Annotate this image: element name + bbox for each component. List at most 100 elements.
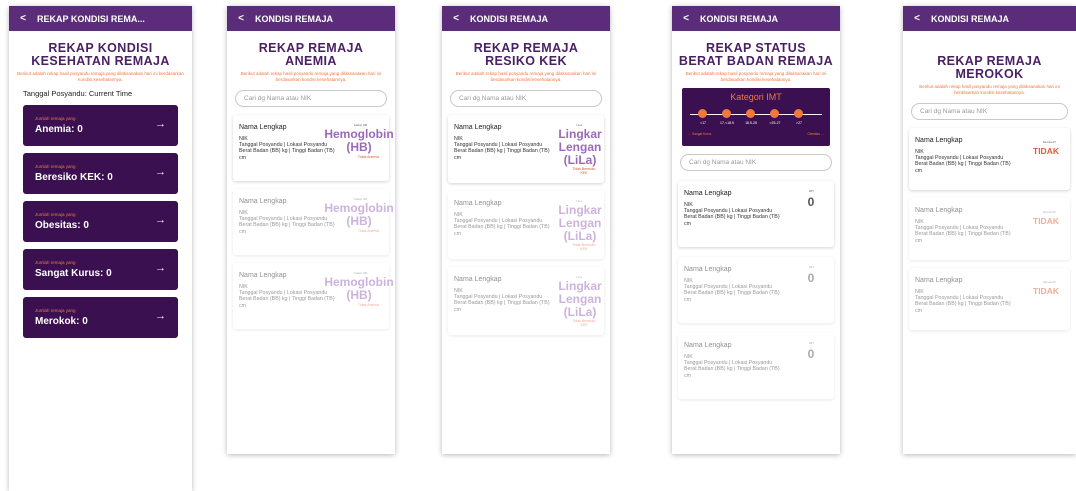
card-measure: Berat Badan (BB) kg | Tinggi Badan (TB) … (454, 224, 550, 237)
value-main: 0 (807, 271, 815, 285)
button-label: Obesitas: 0 (35, 220, 89, 231)
imt-dot (746, 109, 755, 118)
card-info: NIK Tanggal Posyandu | Lokasi Posyandu B… (454, 288, 552, 313)
page-subtitle: Berikut adalah rekap hasil posyandu rema… (17, 71, 184, 82)
app-bar-title: KONDISI REMAJA (470, 13, 549, 24)
app-bar: < KONDISI REMAJA (672, 6, 840, 31)
button-label: Sangat Kurus: 0 (35, 268, 112, 279)
imt-dot (698, 109, 707, 118)
button-caption: Jumlah remaja yang (35, 260, 76, 265)
card-info: NIK Tanggal Posyandu | Lokasi Posyandu B… (684, 278, 782, 303)
list-item[interactable]: Nama Lengkap NIK Tanggal Posyandu | Loka… (678, 181, 834, 247)
card-info: NIK Tanggal Posyandu | Lokasi Posyandu B… (454, 136, 552, 161)
value-label: IMT (808, 189, 814, 193)
imt-label: >27 (796, 121, 802, 125)
list-item[interactable]: Nama Lengkap NIK Tanggal Posyandu | Loka… (448, 267, 604, 335)
sangat-kurus-button[interactable]: Jumlah remaja yang Sangat Kurus: 0 → (23, 249, 178, 290)
imt-label: >25-27 (769, 121, 781, 125)
card-name: Nama Lengkap (915, 137, 963, 144)
screen-rekap-anemia: < KONDISI REMAJA REKAP REMAJA ANEMIA Ber… (227, 6, 395, 454)
value-label: Merokok? (1042, 280, 1056, 284)
card-info: NIK Tanggal Posyandu | Lokasi Posyandu B… (915, 289, 1013, 314)
button-label: Anemia: 0 (35, 124, 83, 135)
list-item[interactable]: Nama Lengkap NIK Tanggal Posyandu | Loka… (448, 191, 604, 259)
value-main: Hemoglobin (HB) (324, 127, 394, 154)
merokok-button[interactable]: Jumlah remaja yang Merokok: 0 → (23, 297, 178, 338)
back-icon[interactable]: < (227, 13, 255, 24)
button-caption: Jumlah remaja yang (35, 164, 76, 169)
arrow-right-icon: → (155, 310, 166, 322)
value-label: IMT (808, 341, 814, 345)
card-name: Nama Lengkap (684, 342, 732, 349)
app-bar-title: KONDISI REMAJA (700, 13, 779, 24)
back-icon[interactable]: < (672, 13, 700, 24)
list-item[interactable]: Nama Lengkap NIK Tanggal Posyandu | Loka… (233, 115, 394, 181)
imt-dot (794, 109, 803, 118)
value-main: Hemoglobin (HB) (324, 201, 394, 228)
list-item[interactable]: Nama Lengkap NIK Tanggal Posyandu | Loka… (678, 333, 834, 399)
kek-button[interactable]: Jumlah remaja yang Beresiko KEK: 0 → (23, 153, 178, 194)
search-input[interactable]: Cari dg Nama atau NIK (450, 90, 602, 107)
card-name: Nama Lengkap (239, 124, 287, 131)
value-status: Tidak Beresiko KEK (572, 243, 596, 251)
value-main: 0 (807, 347, 815, 361)
page-title-line2: BERAT BADAN REMAJA (678, 54, 834, 68)
value-status: Tidak Beresiko KEK (572, 319, 596, 327)
value-status: Tidak Beresiko KEK (572, 167, 596, 175)
back-icon[interactable]: < (903, 13, 931, 24)
list-item[interactable]: Nama Lengkap NIK Tanggal Posyandu | Loka… (909, 268, 1070, 330)
value-main: Hemoglobin (HB) (324, 275, 394, 302)
card-measure: Berat Badan (BB) kg | Tinggi Badan (TB) … (915, 301, 1011, 314)
card-measure: Berat Badan (BB) kg | Tinggi Badan (TB) … (915, 161, 1011, 174)
page-title-line2: ANEMIA (285, 54, 337, 68)
imt-right-caption: Obesitas → (807, 132, 824, 136)
list-item[interactable]: Nama Lengkap NIK Tanggal Posyandu | Loka… (233, 263, 394, 329)
screen-rekap-merokok: < KONDISI REMAJA REKAP REMAJA MEROKOK Be… (903, 6, 1076, 454)
list-item[interactable]: Nama Lengkap NIK Tanggal Posyandu | Loka… (678, 257, 834, 323)
card-measure: Berat Badan (BB) kg | Tinggi Badan (TB) … (454, 148, 550, 161)
card-name: Nama Lengkap (915, 277, 963, 284)
imt-label: 17-<18.5 (720, 121, 734, 125)
value-main: TIDAK (1033, 216, 1059, 226)
imt-label: <17 (700, 121, 706, 125)
page-subtitle: Berikut adalah rekap hasil posyandu rema… (455, 71, 597, 82)
anemia-button[interactable]: Jumlah remaja yang Anemia: 0 → (23, 105, 178, 146)
card-measure: Berat Badan (BB) kg | Tinggi Badan (TB) … (684, 214, 780, 227)
card-info: NIK Tanggal Posyandu | Lokasi Posyandu B… (684, 202, 782, 227)
imt-left-caption: ← Sangat Kurus (688, 132, 712, 136)
obesitas-button[interactable]: Jumlah remaja yang Obesitas: 0 → (23, 201, 178, 242)
value-label: Merokok? (1042, 210, 1056, 214)
arrow-right-icon: → (155, 262, 166, 274)
page-title: REKAP STATUS BERAT BADAN REMAJA (672, 42, 840, 68)
page-subtitle: Berikut adalah rekap hasil posyandu rema… (919, 84, 1060, 95)
arrow-right-icon: → (155, 166, 166, 178)
list-item[interactable]: Nama Lengkap NIK Tanggal Posyandu | Loka… (448, 115, 604, 183)
value-status: Tidak Anemia (357, 229, 379, 233)
card-name: Nama Lengkap (915, 207, 963, 214)
value-main: Lingkar Lengan (LiLa) (558, 203, 602, 243)
imt-title: Kategori IMT (730, 92, 782, 102)
page-subtitle: Berikut adalah rekap hasil posyandu rema… (240, 71, 382, 82)
button-label: Beresiko KEK: 0 (35, 172, 113, 183)
search-input[interactable]: Cari dg Nama atau NIK (911, 103, 1068, 120)
app-bar: < KONDISI REMAJA (227, 6, 395, 31)
search-input[interactable]: Cari dg Nama atau NIK (680, 154, 832, 171)
app-bar: < KONDISI REMAJA (903, 6, 1076, 31)
list-item[interactable]: Nama Lengkap NIK Tanggal Posyandu | Loka… (233, 189, 394, 255)
value-main: TIDAK (1033, 146, 1059, 156)
card-measure: Berat Badan (BB) kg | Tinggi Badan (TB) … (684, 290, 780, 303)
back-icon[interactable]: < (9, 13, 37, 24)
imt-dot (770, 109, 779, 118)
list-item[interactable]: Nama Lengkap NIK Tanggal Posyandu | Loka… (909, 198, 1070, 260)
value-status: Tidak Anemia (357, 155, 379, 159)
list-item[interactable]: Nama Lengkap NIK Tanggal Posyandu | Loka… (909, 128, 1070, 190)
card-info: NIK Tanggal Posyandu | Lokasi Posyandu B… (684, 354, 782, 379)
imt-label: 18.5-25 (745, 121, 757, 125)
card-name: Nama Lengkap (454, 124, 502, 131)
search-input[interactable]: Cari dg Nama atau NIK (235, 90, 387, 107)
back-icon[interactable]: < (442, 13, 470, 24)
app-bar-title: KONDISI REMAJA (931, 13, 1010, 24)
page-title: REKAP KONDISI KESEHATAN REMAJA (9, 42, 192, 68)
value-label: IMT (808, 265, 814, 269)
card-measure: Berat Badan (BB) kg | Tinggi Badan (TB) … (454, 300, 550, 313)
